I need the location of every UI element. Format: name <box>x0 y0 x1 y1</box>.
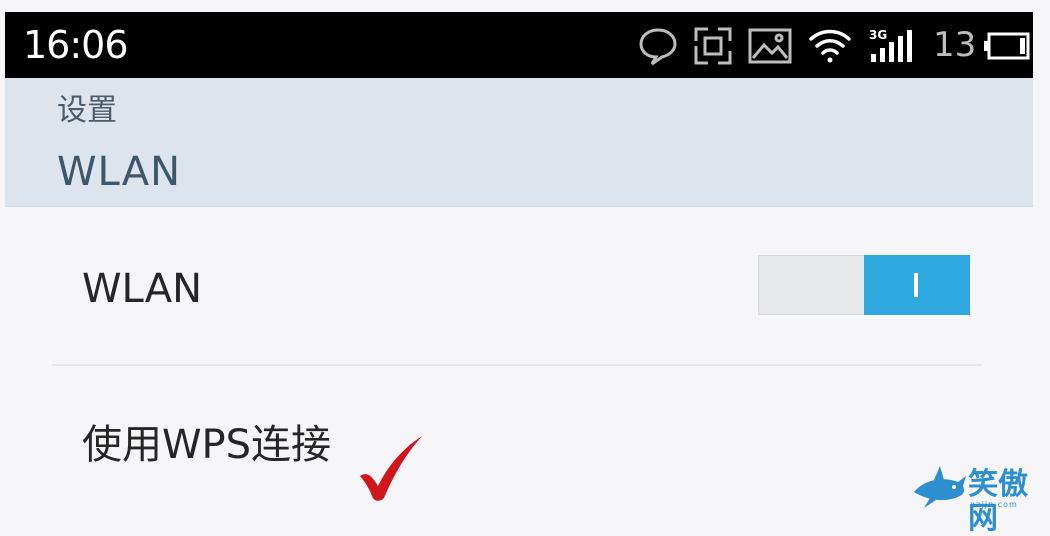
battery-percentage: 13 <box>933 25 977 65</box>
status-bar: 16:06 3G 13 <box>5 12 1033 78</box>
image-icon <box>747 26 793 70</box>
watermark-url: xajjn.com <box>970 500 1018 509</box>
breadcrumb-settings[interactable]: 设置 <box>57 92 117 130</box>
wlan-toggle[interactable] <box>758 255 970 315</box>
divider <box>52 364 982 366</box>
network-type-label: 3G <box>869 28 887 42</box>
wifi-icon <box>808 26 852 70</box>
signal-3g-icon: 3G <box>867 26 923 70</box>
toggle-on-indicator <box>864 255 970 315</box>
app-header: 设置 WLAN <box>5 78 1033 207</box>
shark-logo-icon <box>912 462 968 514</box>
chat-bubble-icon <box>638 26 678 70</box>
status-time: 16:06 <box>23 23 129 67</box>
wps-connect-label: 使用WPS连接 <box>82 422 332 468</box>
checkmark-icon <box>356 432 426 508</box>
wlan-label: WLAN <box>82 266 203 312</box>
page-title: WLAN <box>57 149 182 195</box>
qr-scan-icon <box>693 26 733 70</box>
battery-icon <box>983 31 1031 65</box>
